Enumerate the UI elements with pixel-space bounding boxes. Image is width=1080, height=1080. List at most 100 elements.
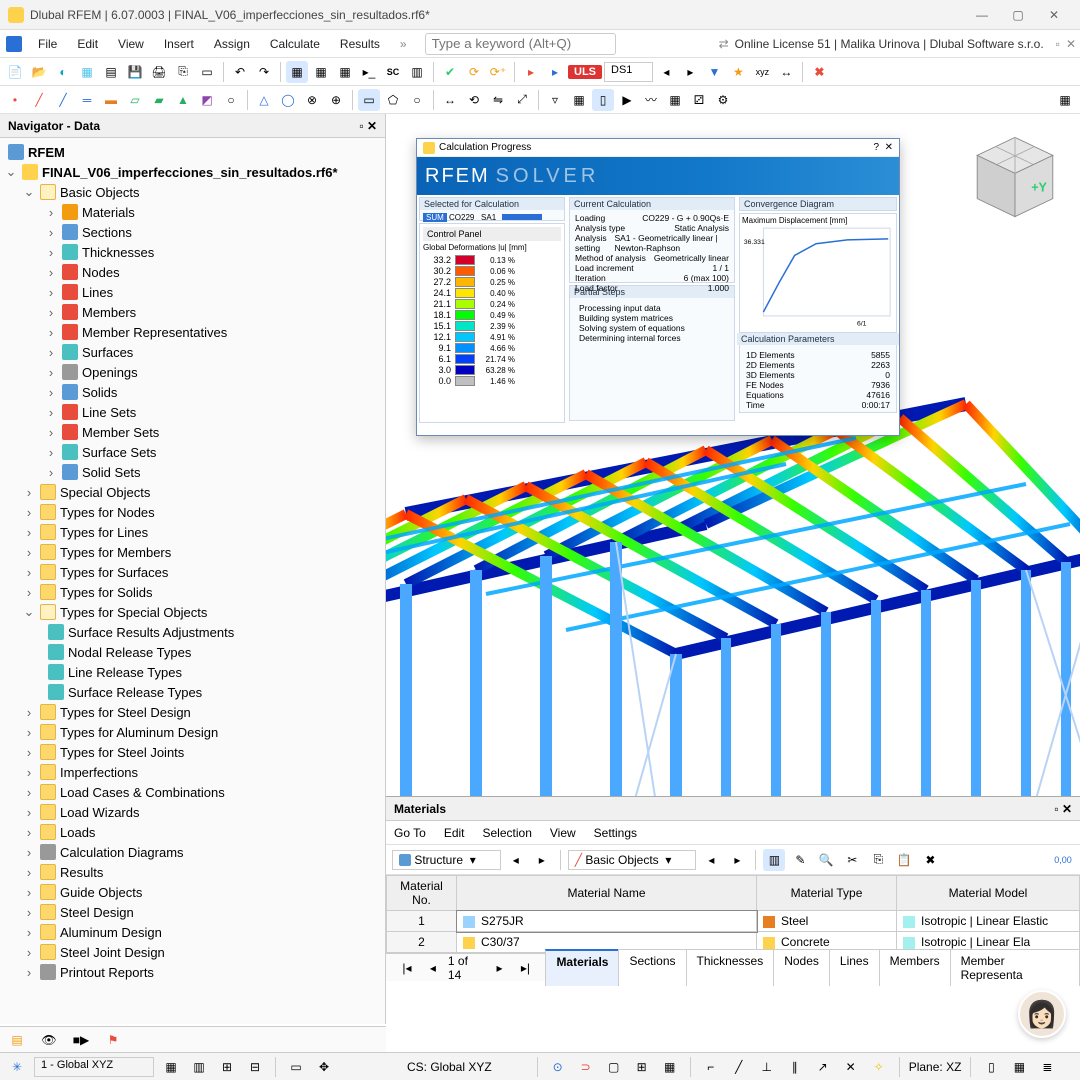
tree-folder[interactable]: ›Types for Lines [0,522,385,542]
mat-find-icon[interactable]: 🔍 [815,849,837,871]
wire-icon[interactable]: ▦ [664,89,686,111]
tree-item[interactable]: Nodal Release Types [0,642,385,662]
tree-item[interactable]: ›Member Sets [0,422,385,442]
cs-icon[interactable]: ✳ [6,1056,28,1078]
mat-copy-icon[interactable]: ⎘ [867,849,889,871]
mat-del-icon[interactable]: ✖ [919,849,941,871]
open-icon[interactable]: 📂 [28,61,50,83]
col-model[interactable]: Material Model [897,876,1080,911]
search-input[interactable] [425,33,616,55]
tree-item[interactable]: ›Solid Sets [0,462,385,482]
tree-folder[interactable]: ›Types for Members [0,542,385,562]
mirror-icon[interactable]: ⇋ [487,89,509,111]
tree-folder[interactable]: ›Load Cases & Combinations [0,782,385,802]
tree-folder[interactable]: ›Steel Design [0,902,385,922]
sc-icon[interactable]: SC [382,61,404,83]
menu-view[interactable]: View [108,33,154,55]
pager-prev-icon[interactable]: ◂ [422,957,444,979]
structure-select[interactable]: Structure ▾ [392,850,501,870]
menu-overflow[interactable]: » [390,33,417,55]
undock-icon[interactable]: ▫ [359,119,363,133]
tree-item[interactable]: ›Members [0,302,385,322]
table2-icon[interactable]: ▦ [310,61,332,83]
rel2-icon[interactable]: ⊕ [325,89,347,111]
mat-paste-icon[interactable]: 📋 [893,849,915,871]
sb-i1-icon[interactable]: ▦ [160,1056,182,1078]
col-name[interactable]: Material Name [457,876,757,911]
tree-item[interactable]: ›Sections [0,222,385,242]
snap1-icon[interactable]: ⊙ [547,1056,569,1078]
prev-icon[interactable]: ◂ [655,61,677,83]
tree-item[interactable]: ›Thicknesses [0,242,385,262]
anim-icon[interactable]: ▶ [616,89,638,111]
tree-folder[interactable]: ›Loads [0,822,385,842]
pager-first-icon[interactable]: |◂ [396,957,418,979]
open-icon2[interactable]: ○ [220,89,242,111]
view-layers-icon[interactable]: ≣ [1036,1056,1058,1078]
surf2-icon[interactable]: ▰ [148,89,170,111]
table1-icon[interactable]: ▦ [286,61,308,83]
mat-menu-settings[interactable]: Settings [594,826,637,840]
basic-objects-select[interactable]: ╱ Basic Objects ▾ [568,850,697,870]
check-icon[interactable]: ✔ [439,61,461,83]
calc-all-icon[interactable]: ⟳⁺ [487,61,509,83]
tree-folder[interactable]: ›Calculation Diagrams [0,842,385,862]
pager-next-icon[interactable]: ▸ [489,957,511,979]
sb-sel-icon[interactable]: ▭ [285,1056,307,1078]
menu-assign[interactable]: Assign [204,33,260,55]
menu-edit[interactable]: Edit [67,33,108,55]
node-icon[interactable]: • [4,89,26,111]
iso-icon[interactable]: ▦ [568,89,590,111]
table-row[interactable]: 1 S275JR Steel Isotropic | Linear Elasti… [387,911,1080,932]
close-panel-icon[interactable]: ✕ [1066,37,1076,51]
hinge-icon[interactable]: ◯ [277,89,299,111]
tab-sections[interactable]: Sections [618,949,686,986]
tree-item[interactable]: ›Surface Sets [0,442,385,462]
undo-icon[interactable]: ↶ [229,61,251,83]
view-cube[interactable]: +Y [970,132,1060,222]
calc-icon[interactable]: ⟳ [463,61,485,83]
col-no[interactable]: Material No. [387,876,457,911]
print-icon[interactable]: 🖨 [148,61,170,83]
cloud-icon[interactable]: ◐ [52,61,74,83]
grid-icon[interactable]: ▦ [1054,89,1076,111]
tree-root[interactable]: RFEM [0,142,385,162]
filter-icon[interactable]: ▼ [703,61,725,83]
tab-nodes[interactable]: Nodes [773,949,830,986]
member-icon[interactable]: ═ [76,89,98,111]
console-icon[interactable]: ▸_ [358,61,380,83]
dim-icon[interactable]: ↔ [775,61,797,83]
nav-flag-icon[interactable]: ⚑ [102,1029,124,1051]
tree-folder[interactable]: ›Types for Steel Design [0,702,385,722]
copy-icon[interactable]: ⎘ [172,61,194,83]
mat-cut-icon[interactable]: ✂ [841,849,863,871]
view-icon[interactable]: ▯ [592,89,614,111]
tab-lines[interactable]: Lines [829,949,880,986]
tree-folder[interactable]: ›Types for Steel Joints [0,742,385,762]
sb-i4-icon[interactable]: ⊟ [244,1056,266,1078]
tree-folder[interactable]: ›Aluminum Design [0,922,385,942]
pager-last-icon[interactable]: ▸| [514,957,536,979]
close-dialog-icon[interactable]: ✕ [885,142,893,153]
surf3-icon[interactable]: ▲ [172,89,194,111]
tree-item[interactable]: Line Release Types [0,662,385,682]
flag2-icon[interactable]: ▸ [544,61,566,83]
close-icon[interactable]: ✕ [1036,1,1072,29]
sel-circ-icon[interactable]: ○ [406,89,428,111]
tree-folder[interactable]: ›Types for Solids [0,582,385,602]
geo2-icon[interactable]: ╱ [728,1056,750,1078]
tree-item[interactable]: ›Nodes [0,262,385,282]
mat-menu-goto[interactable]: Go To [394,826,426,840]
sb-i2-icon[interactable]: ▥ [188,1056,210,1078]
geo4-icon[interactable]: ∥ [784,1056,806,1078]
close-nav-icon[interactable]: ✕ [367,119,377,133]
surf-icon[interactable]: ▱ [124,89,146,111]
support-icon[interactable]: △ [253,89,275,111]
close-mat-icon[interactable]: ✕ [1062,802,1072,816]
graph-icon[interactable]: 〰 [640,89,662,111]
new-icon[interactable]: 📄 [4,61,26,83]
geo7-icon[interactable]: ✧ [868,1056,890,1078]
sel-rect-icon[interactable]: ▭ [358,89,380,111]
mat-menu-edit[interactable]: Edit [444,826,465,840]
move-icon[interactable]: ↔ [439,89,461,111]
